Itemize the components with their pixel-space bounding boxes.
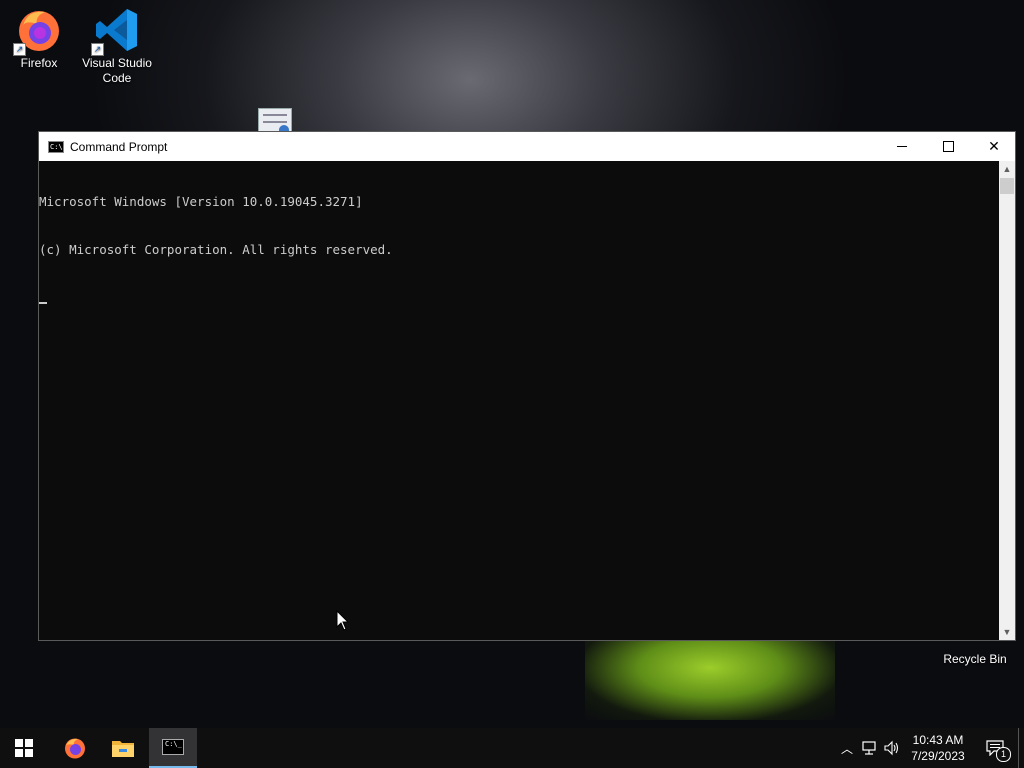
minimize-icon: [897, 146, 907, 147]
scroll-up-button[interactable]: ▲: [999, 161, 1015, 177]
command-prompt-icon: C:\_: [162, 739, 184, 755]
network-icon[interactable]: [860, 740, 878, 756]
console-output[interactable]: Microsoft Windows [Version 10.0.19045.32…: [39, 161, 999, 640]
clock-date: 7/29/2023: [911, 749, 965, 763]
maximize-icon: [942, 141, 954, 152]
desktop-icon-firefox[interactable]: ↗ Firefox: [1, 6, 77, 71]
volume-icon[interactable]: [883, 740, 901, 756]
windows-logo-icon: [15, 739, 33, 757]
start-button[interactable]: [0, 728, 48, 768]
taskbar-file-explorer-button[interactable]: [99, 728, 147, 768]
vertical-scrollbar[interactable]: ▲ ▼: [999, 161, 1015, 640]
taskbar-firefox-button[interactable]: [51, 728, 99, 768]
desktop-icon-vscode[interactable]: ↗ Visual Studio Code: [79, 6, 155, 86]
console-line: (c) Microsoft Corporation. All rights re…: [39, 242, 393, 257]
maximize-button[interactable]: [925, 132, 971, 161]
text-cursor: [39, 302, 47, 304]
shortcut-arrow-icon: ↗: [13, 43, 26, 56]
shortcut-arrow-icon: ↗: [91, 43, 104, 56]
clock-time: 10:43 AM: [912, 733, 964, 747]
taskbar-clock[interactable]: 10:43 AM 7/29/2023: [905, 732, 971, 764]
taskbar: C:\_ ︿ 10:43 AM 7/29/2023 1: [0, 728, 1024, 768]
close-button[interactable]: ✕: [971, 132, 1017, 161]
window-titlebar[interactable]: C:\ Command Prompt ✕: [39, 132, 1015, 161]
firefox-icon: ↗: [13, 6, 63, 56]
taskbar-command-prompt-button[interactable]: C:\_: [149, 728, 197, 768]
minimize-button[interactable]: [879, 132, 925, 161]
close-icon: ✕: [988, 138, 1000, 154]
action-center-button[interactable]: 1: [980, 728, 1011, 768]
command-prompt-window[interactable]: C:\ Command Prompt ✕ Microsoft Windows […: [38, 131, 1016, 641]
firefox-icon: [65, 738, 85, 759]
folder-icon: [112, 741, 134, 757]
chevron-up-icon[interactable]: ︿: [838, 740, 856, 757]
notification-count-badge: 1: [996, 747, 1011, 762]
system-tray: ︿: [838, 728, 901, 768]
chevron-up-icon: ▲: [1002, 164, 1012, 174]
desktop-icon-label: Visual Studio Code: [82, 56, 152, 85]
scroll-down-button[interactable]: ▼: [999, 624, 1015, 640]
chevron-down-icon: ▼: [1002, 627, 1012, 637]
command-prompt-app-icon[interactable]: C:\: [48, 140, 64, 153]
vscode-icon: ↗: [91, 6, 141, 56]
window-title: Command Prompt: [70, 139, 168, 154]
desktop-icon-label: Firefox: [20, 56, 58, 70]
mouse-pointer-icon: [336, 610, 350, 631]
scroll-thumb[interactable]: [1000, 178, 1014, 194]
desktop-file-icon[interactable]: [258, 108, 292, 133]
show-desktop-button[interactable]: [1018, 728, 1019, 768]
console-line: Microsoft Windows [Version 10.0.19045.32…: [39, 194, 363, 209]
